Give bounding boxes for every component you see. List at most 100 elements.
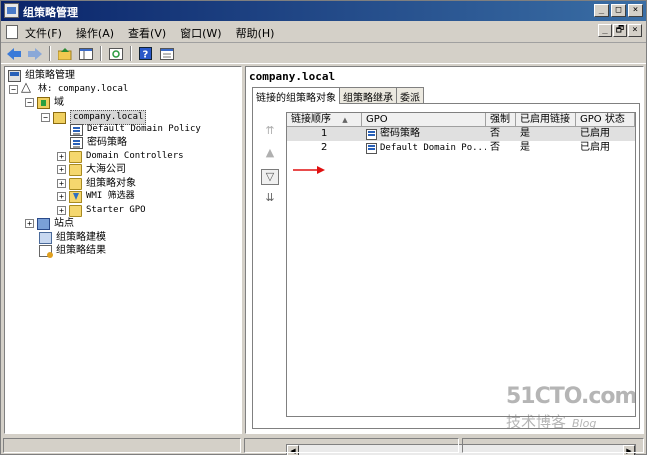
close-button[interactable]: × bbox=[628, 4, 643, 17]
tree-node-starter-gpo[interactable]: + Starter GPO bbox=[57, 204, 146, 217]
collapse-icon[interactable]: − bbox=[25, 98, 34, 107]
watermark-site: 51CTO.com bbox=[506, 384, 637, 409]
tree-label: 组策略管理 bbox=[25, 70, 75, 81]
move-to-top-icon[interactable]: ⇈ bbox=[261, 124, 279, 140]
starter-gpo-folder-icon bbox=[69, 204, 82, 217]
sort-ascending-icon: ▲ bbox=[342, 116, 348, 124]
table-row[interactable]: 2 Default Domain Po... 否 是 已启用 bbox=[287, 141, 635, 155]
column-header-gpo[interactable]: GPO bbox=[362, 113, 486, 127]
menu-action[interactable]: 操作(A) bbox=[76, 25, 114, 41]
menu-window[interactable]: 窗口(W) bbox=[180, 25, 221, 41]
tab-linked-gpos[interactable]: 链接的组策略对象 bbox=[252, 87, 340, 104]
expand-icon[interactable]: + bbox=[57, 165, 66, 174]
title-bar[interactable]: 组策略管理 _ □ × bbox=[1, 1, 646, 21]
move-to-bottom-icon[interactable]: ⇊ bbox=[261, 191, 279, 207]
column-header-enforced[interactable]: 强制 bbox=[486, 113, 516, 127]
table-row[interactable]: 1 密码策略 否 是 已启用 bbox=[287, 127, 635, 141]
cell-gpo: Default Domain Po... bbox=[362, 141, 486, 155]
forest-icon bbox=[21, 81, 34, 96]
gpo-folder-icon bbox=[69, 177, 82, 190]
tree-node-sites[interactable]: + 站点 bbox=[25, 217, 74, 230]
cell-link-enabled: 是 bbox=[520, 142, 530, 153]
menu-view[interactable]: 查看(V) bbox=[128, 25, 166, 41]
child-minimize-button[interactable]: _ bbox=[598, 24, 612, 37]
domains-icon bbox=[37, 96, 50, 109]
tree-label: Starter GPO bbox=[86, 205, 146, 215]
tree-node-domains[interactable]: − 域 bbox=[25, 96, 64, 109]
modeling-icon bbox=[39, 231, 52, 244]
group-policy-app-icon bbox=[4, 3, 19, 18]
forward-icon[interactable] bbox=[26, 46, 44, 62]
menu-file[interactable]: 文件(F) bbox=[25, 25, 62, 41]
tree-node-password-policy[interactable]: 密码策略 bbox=[70, 136, 127, 149]
status-pane-left bbox=[3, 438, 241, 453]
tree-label: 站点 bbox=[54, 218, 74, 229]
wmi-filter-icon bbox=[69, 190, 82, 203]
gpo-icon bbox=[366, 142, 377, 154]
child-restore-button[interactable]: 🗗 bbox=[613, 24, 627, 37]
tree-node-modeling[interactable]: 组策略建模 bbox=[39, 231, 106, 244]
tree-node-results[interactable]: 组策略结果 bbox=[39, 244, 106, 258]
tree-node-default-domain-policy[interactable]: Default Domain Policy bbox=[70, 123, 201, 136]
tree-node-domain-controllers[interactable]: + Domain Controllers bbox=[57, 150, 184, 163]
expand-icon[interactable]: + bbox=[57, 192, 66, 201]
svg-text:?: ? bbox=[143, 50, 149, 61]
expand-icon[interactable]: + bbox=[25, 219, 34, 228]
collapse-icon[interactable]: − bbox=[9, 85, 18, 94]
toolbar-separator bbox=[49, 46, 51, 61]
tab-gp-inheritance[interactable]: 组策略继承 bbox=[339, 87, 397, 104]
toolbar-separator bbox=[130, 46, 132, 61]
tree-label: 林: company.local bbox=[38, 84, 129, 94]
cell-gpo-status: 已启用 bbox=[580, 128, 610, 139]
sites-icon bbox=[37, 217, 50, 230]
menu-help[interactable]: 帮助(H) bbox=[236, 25, 275, 41]
gpo-link-icon bbox=[70, 136, 83, 149]
minimize-button[interactable]: _ bbox=[594, 4, 609, 17]
cell-link-order: 2 bbox=[321, 142, 328, 153]
gpo-icon bbox=[366, 128, 377, 140]
tree-node-gpo-objects[interactable]: + 组策略对象 bbox=[57, 177, 136, 190]
expand-icon[interactable]: + bbox=[57, 152, 66, 161]
up-folder-icon[interactable] bbox=[56, 46, 74, 62]
cell-gpo: 密码策略 bbox=[362, 127, 486, 141]
status-bar bbox=[1, 437, 646, 454]
tree-node-gpm[interactable]: 组策略管理 bbox=[8, 69, 75, 82]
tree-label: 大海公司 bbox=[86, 164, 126, 175]
domain-icon bbox=[53, 111, 66, 124]
move-up-icon[interactable]: ▲ bbox=[261, 146, 279, 162]
linked-gpo-list[interactable]: 链接顺序 ▲ GPO 强制 已启用链接 GPO 状态 1 密码策略 否 是 已启… bbox=[286, 112, 636, 417]
back-icon[interactable] bbox=[5, 46, 23, 62]
application-window: 组策略管理 _ □ × 文件(F) 操作(A) 查看(V) 窗口(W) 帮助(H… bbox=[0, 0, 647, 455]
tree-node-wmi-filters[interactable]: + WMI 筛选器 bbox=[57, 190, 135, 203]
tab-panel: ⇈ ▲ ▽ ⇊ 链接顺序 ▲ GPO 强制 已启用链接 GPO 状态 1 密码策… bbox=[252, 103, 640, 455]
status-pane-middle bbox=[244, 438, 459, 453]
tree-node-forest[interactable]: − 林: company.local bbox=[9, 81, 129, 96]
details-pane: company.local 链接的组策略对象 组策略继承 委派 ⇈ ▲ ▽ ⇊ … bbox=[245, 66, 644, 455]
child-close-button[interactable]: × bbox=[628, 24, 642, 37]
watermark-blog: Blog bbox=[572, 417, 597, 430]
column-header-link-enabled[interactable]: 已启用链接 bbox=[516, 113, 576, 127]
tree-label: 组策略对象 bbox=[86, 178, 136, 189]
tree-node-dahai-company[interactable]: + 大海公司 bbox=[57, 163, 126, 176]
properties-icon[interactable] bbox=[158, 46, 176, 62]
gpo-link-icon bbox=[70, 123, 83, 136]
cell-link-order: 1 bbox=[321, 128, 328, 139]
column-header-gpo-status[interactable]: GPO 状态 bbox=[576, 113, 635, 127]
expand-icon[interactable]: + bbox=[57, 206, 66, 215]
cell-gpo-status: 已启用 bbox=[580, 142, 610, 153]
window-title: 组策略管理 bbox=[23, 6, 78, 19]
expand-icon[interactable]: + bbox=[57, 179, 66, 188]
console-tree[interactable]: 组策略管理 − 林: company.local − 域 − company.l… bbox=[4, 66, 242, 434]
tab-delegation[interactable]: 委派 bbox=[396, 87, 424, 104]
show-hide-tree-icon[interactable] bbox=[77, 46, 95, 62]
document-icon[interactable] bbox=[6, 25, 18, 39]
ou-folder-icon bbox=[69, 163, 82, 176]
list-header: 链接顺序 ▲ GPO 强制 已启用链接 GPO 状态 bbox=[287, 113, 635, 127]
move-down-icon[interactable]: ▽ bbox=[261, 169, 279, 185]
maximize-button[interactable]: □ bbox=[611, 4, 626, 17]
tree-label: WMI 筛选器 bbox=[86, 191, 135, 201]
help-icon[interactable]: ? bbox=[137, 46, 155, 62]
refresh-icon[interactable] bbox=[107, 46, 125, 62]
column-header-link-order[interactable]: 链接顺序 ▲ bbox=[287, 113, 362, 127]
collapse-icon[interactable]: − bbox=[41, 113, 50, 122]
